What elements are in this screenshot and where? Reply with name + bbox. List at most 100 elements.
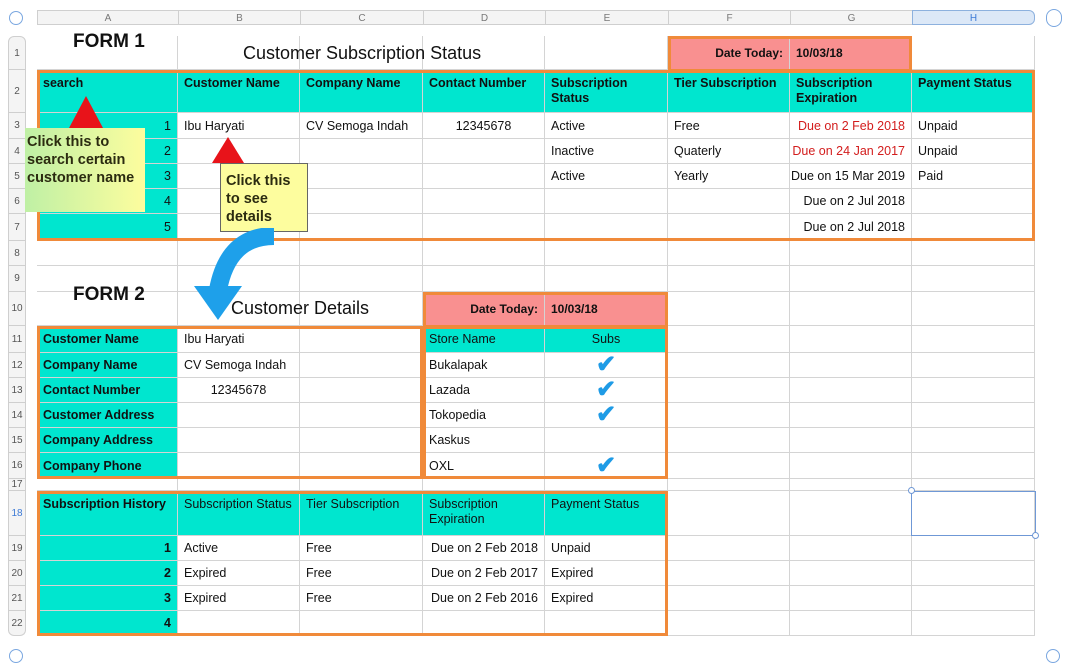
form1-header[interactable]: Subscription Status — [545, 70, 668, 113]
grid-cell[interactable] — [423, 266, 545, 292]
grid-cell[interactable] — [912, 536, 1035, 561]
form1-row-number[interactable]: 5 — [37, 214, 178, 241]
history-expiration-cell[interactable]: Due on 2 Feb 2017 — [423, 561, 545, 586]
payment-status-cell[interactable] — [912, 214, 1035, 241]
form1-header[interactable]: Subscription Expiration — [790, 70, 912, 113]
contact-number-cell[interactable] — [423, 214, 545, 241]
grid-cell[interactable] — [668, 266, 790, 292]
row-header-2[interactable]: 2 — [8, 70, 26, 113]
grid-cell[interactable] — [790, 479, 912, 491]
grid-cell[interactable] — [37, 479, 178, 491]
detail-value-3[interactable] — [178, 403, 300, 428]
grid-cell[interactable] — [790, 491, 912, 536]
grid-cell[interactable] — [790, 266, 912, 292]
grid-cell[interactable] — [790, 241, 912, 266]
form1-date-value[interactable]: 10/03/18 — [790, 36, 912, 70]
selected-cell-h18[interactable] — [911, 491, 1036, 536]
detail-value-1[interactable]: CV Semoga Indah — [178, 353, 300, 378]
grid-cell[interactable] — [912, 561, 1035, 586]
grid-cell[interactable] — [545, 241, 668, 266]
subs-cell[interactable]: ✔ — [545, 403, 668, 428]
subscription-expiration-cell[interactable]: Due on 24 Jan 2017 — [790, 139, 912, 164]
history-expiration-cell[interactable]: Due on 2 Feb 2018 — [423, 536, 545, 561]
detail-value-5[interactable] — [178, 453, 300, 479]
column-header-c[interactable]: C — [300, 10, 423, 25]
tier-subscription-cell[interactable]: Quaterly — [668, 139, 790, 164]
grid-cell[interactable] — [668, 241, 790, 266]
row-header-18[interactable]: 18 — [8, 491, 26, 536]
grid-cell[interactable] — [912, 428, 1035, 453]
contact-number-cell[interactable]: 12345678 — [423, 113, 545, 139]
row-options-button[interactable] — [9, 649, 23, 663]
history-status-cell[interactable]: Expired — [178, 586, 300, 611]
row-header-21[interactable]: 21 — [8, 586, 26, 611]
detail-value-0[interactable]: Ibu Haryati — [178, 326, 300, 353]
contact-number-cell[interactable] — [423, 139, 545, 164]
store-name-cell[interactable]: Bukalapak — [423, 353, 545, 378]
grid-cell[interactable] — [668, 611, 790, 636]
detail-label-1[interactable]: Company Name — [37, 353, 178, 378]
detail-label-0[interactable]: Customer Name — [37, 326, 178, 353]
row-header-5[interactable]: 5 — [8, 164, 26, 189]
grid-cell[interactable] — [790, 353, 912, 378]
selection-handle-top[interactable] — [908, 487, 915, 494]
tier-subscription-cell[interactable] — [668, 214, 790, 241]
grid-cell[interactable] — [300, 353, 423, 378]
grid-cell[interactable] — [790, 586, 912, 611]
history-row-number[interactable]: 4 — [37, 611, 178, 636]
column-header-f[interactable]: F — [668, 10, 790, 25]
history-row-number[interactable]: 1 — [37, 536, 178, 561]
row-header-19[interactable]: 19 — [8, 536, 26, 561]
form2-date-value[interactable]: 10/03/18 — [545, 292, 668, 326]
subscription-status-cell[interactable] — [545, 214, 668, 241]
grid-cell[interactable] — [790, 428, 912, 453]
grid-cell[interactable] — [912, 453, 1035, 479]
grid-cell[interactable] — [668, 292, 790, 326]
grid-cell[interactable] — [790, 326, 912, 353]
form1-header[interactable]: Company Name — [300, 70, 423, 113]
grid-cell[interactable] — [790, 403, 912, 428]
grid-cell[interactable] — [912, 479, 1035, 491]
detail-label-5[interactable]: Company Phone — [37, 453, 178, 479]
tier-subscription-cell[interactable] — [668, 189, 790, 214]
subscription-status-cell[interactable] — [545, 189, 668, 214]
form1-header[interactable]: Customer Name — [178, 70, 300, 113]
row-header-8[interactable]: 8 — [8, 241, 26, 266]
grid-cell[interactable] — [790, 536, 912, 561]
payment-status-cell[interactable] — [912, 189, 1035, 214]
store-name-cell[interactable]: Kaskus — [423, 428, 545, 453]
tier-subscription-cell[interactable]: Free — [668, 113, 790, 139]
store-name-cell[interactable]: OXL — [423, 453, 545, 479]
grid-cell[interactable] — [423, 479, 545, 491]
column-header-e[interactable]: E — [545, 10, 668, 25]
grid-cell[interactable] — [300, 453, 423, 479]
column-header-d[interactable]: D — [423, 10, 545, 25]
grid-cell[interactable] — [545, 266, 668, 292]
row-header-4[interactable]: 4 — [8, 139, 26, 164]
row-header-3[interactable]: 3 — [8, 113, 26, 139]
row-header-9[interactable]: 9 — [8, 266, 26, 292]
store-name-header[interactable]: Store Name — [423, 326, 545, 353]
subscription-expiration-cell[interactable]: Due on 2 Jul 2018 — [790, 189, 912, 214]
form2-date-label[interactable]: Date Today: — [423, 292, 545, 326]
payment-status-cell[interactable]: Paid — [912, 164, 1035, 189]
grid-cell[interactable] — [37, 241, 178, 266]
subscription-expiration-cell[interactable]: Due on 2 Feb 2018 — [790, 113, 912, 139]
subs-header[interactable]: Subs — [545, 326, 668, 353]
grid-cell[interactable] — [545, 479, 668, 491]
history-payment-cell[interactable]: Expired — [545, 586, 668, 611]
contact-number-cell[interactable] — [423, 164, 545, 189]
grid-cell[interactable] — [668, 561, 790, 586]
history-payment-cell[interactable] — [545, 611, 668, 636]
resize-handle[interactable] — [1046, 649, 1060, 663]
column-header-g[interactable]: G — [790, 10, 912, 25]
column-options-button[interactable] — [1046, 9, 1062, 27]
grid-cell[interactable] — [300, 378, 423, 403]
subscription-status-cell[interactable]: Active — [545, 164, 668, 189]
grid-cell[interactable] — [300, 403, 423, 428]
row-header-22[interactable]: 22 — [8, 611, 26, 636]
grid-cell[interactable] — [912, 611, 1035, 636]
tier-subscription-cell[interactable]: Yearly — [668, 164, 790, 189]
grid-cell[interactable] — [912, 586, 1035, 611]
grid-cell[interactable] — [790, 561, 912, 586]
